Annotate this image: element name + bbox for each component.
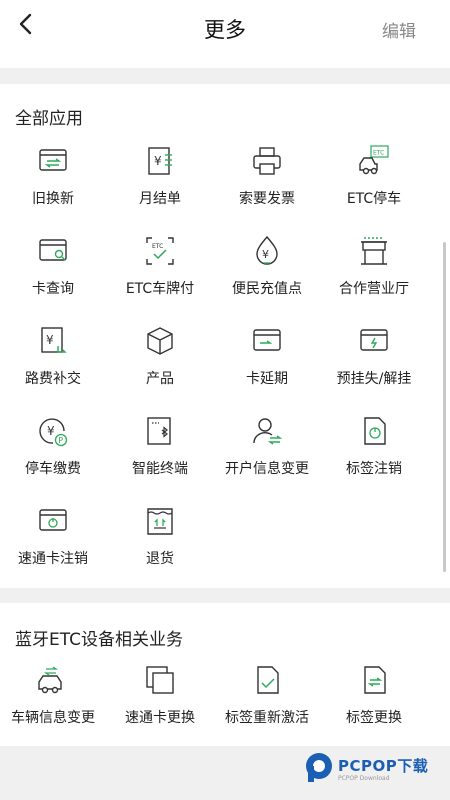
etc-scan-icon: ETC <box>143 234 177 268</box>
app-item-report-loss[interactable]: 预挂失/解挂 <box>321 324 427 408</box>
etc-car-icon: ETC <box>357 144 391 178</box>
app-item-tag-reactivate[interactable]: 标签重新激活 <box>214 663 320 747</box>
app-item-invoice[interactable]: 索要发票 <box>214 144 320 228</box>
app-item-etc-parking[interactable]: ETC ETC停车 <box>321 144 427 228</box>
app-label: ETC车牌付 <box>125 281 195 297</box>
app-label: 智能终端 <box>132 461 188 477</box>
svg-text:¥: ¥ <box>262 248 269 261</box>
card-extend-icon <box>250 324 284 358</box>
section-title-all-apps: 全部应用 <box>15 109 83 129</box>
app-label: 标签更换 <box>346 710 402 726</box>
app-label: 车辆信息变更 <box>11 710 95 726</box>
watermark: PCPOP下载 PCPOP Download <box>304 749 444 789</box>
app-item-trade-in[interactable]: 旧换新 <box>0 144 106 228</box>
svg-text:¥: ¥ <box>47 424 55 438</box>
app-label: 退货 <box>146 551 174 567</box>
app-label: 速通卡注销 <box>18 551 88 567</box>
app-label: 路费补交 <box>25 371 81 387</box>
card-exchange-icon <box>36 144 70 178</box>
svg-text:P: P <box>58 436 63 445</box>
top-bar: 更多 编辑 <box>0 0 450 68</box>
edit-button[interactable]: 编辑 <box>382 17 416 42</box>
car-change-icon <box>36 663 70 697</box>
app-label: 标签重新激活 <box>225 710 309 726</box>
scrollbar[interactable] <box>443 242 446 572</box>
app-item-toll-payment[interactable]: ¥ 路费补交 <box>0 324 106 408</box>
store-icon <box>357 234 391 268</box>
bluetooth-device-icon <box>143 414 177 448</box>
app-item-partner-hall[interactable]: 合作营业厅 <box>321 234 427 318</box>
app-label: 速通卡更换 <box>125 710 195 726</box>
svg-text:ETC: ETC <box>152 243 163 250</box>
app-item-card-replace[interactable]: 速通卡更换 <box>107 663 213 747</box>
tag-activate-icon <box>250 663 284 697</box>
app-item-tag-cancel[interactable]: 标签注销 <box>321 414 427 498</box>
app-item-monthly-bill[interactable]: ¥ 月结单 <box>107 144 213 228</box>
app-label: 产品 <box>146 371 174 387</box>
app-label: 便民充值点 <box>232 281 302 297</box>
app-item-tag-replace[interactable]: 标签更换 <box>321 663 427 747</box>
app-label: 卡延期 <box>246 371 288 387</box>
card-replace-icon <box>143 663 177 697</box>
app-item-parking-fee[interactable]: ¥ P 停车缴费 <box>0 414 106 498</box>
return-box-icon <box>143 504 177 538</box>
location-yen-icon: ¥ <box>250 234 284 268</box>
svg-text:¥: ¥ <box>46 333 54 347</box>
toll-payment-icon: ¥ <box>36 324 70 358</box>
card-search-icon <box>36 234 70 268</box>
all-apps-section: 全部应用 旧换新 ¥ 月结单 索要发票 ETC ETC停车 卡查询 ETC ET… <box>0 84 450 588</box>
app-item-card-query[interactable]: 卡查询 <box>0 234 106 318</box>
parking-fee-icon: ¥ P <box>36 414 70 448</box>
bill-icon: ¥ <box>143 144 177 178</box>
watermark-subtext: PCPOP Download <box>338 775 390 782</box>
section-title-bluetooth-etc: 蓝牙ETC设备相关业务 <box>15 630 183 650</box>
svg-text:ETC: ETC <box>373 150 384 157</box>
box-icon <box>143 324 177 358</box>
app-item-account-change[interactable]: 开户信息变更 <box>214 414 320 498</box>
card-cancel-icon <box>36 504 70 538</box>
app-item-vehicle-change[interactable]: 车辆信息变更 <box>0 663 106 747</box>
app-label: 旧换新 <box>32 191 74 207</box>
app-item-return[interactable]: 退货 <box>107 504 213 588</box>
app-item-card-cancel[interactable]: 速通卡注销 <box>0 504 106 588</box>
app-label: 标签注销 <box>346 461 402 477</box>
tag-replace-icon <box>357 663 391 697</box>
app-label: 合作营业厅 <box>339 281 409 297</box>
app-label: 月结单 <box>139 191 181 207</box>
pcpop-logo-icon <box>306 753 332 782</box>
card-lock-icon <box>357 324 391 358</box>
svg-text:¥: ¥ <box>154 154 162 168</box>
app-item-etc-plate-pay[interactable]: ETC ETC车牌付 <box>107 234 213 318</box>
app-item-card-extend[interactable]: 卡延期 <box>214 324 320 408</box>
bluetooth-etc-section: 蓝牙ETC设备相关业务 车辆信息变更 速通卡更换 标签重新激活 标签更换 <box>0 603 450 746</box>
app-label: 卡查询 <box>32 281 74 297</box>
user-change-icon <box>250 414 284 448</box>
app-label: 开户信息变更 <box>225 461 309 477</box>
app-label: 索要发票 <box>239 191 295 207</box>
app-item-product[interactable]: 产品 <box>107 324 213 408</box>
app-label: 停车缴费 <box>25 461 81 477</box>
watermark-text: PCPOP下载 <box>338 757 429 775</box>
app-label: ETC停车 <box>346 191 402 207</box>
printer-icon <box>250 144 284 178</box>
app-item-smart-terminal[interactable]: 智能终端 <box>107 414 213 498</box>
app-item-recharge-point[interactable]: ¥ 便民充值点 <box>214 234 320 318</box>
tag-cancel-icon <box>357 414 391 448</box>
app-label: 预挂失/解挂 <box>336 371 412 387</box>
